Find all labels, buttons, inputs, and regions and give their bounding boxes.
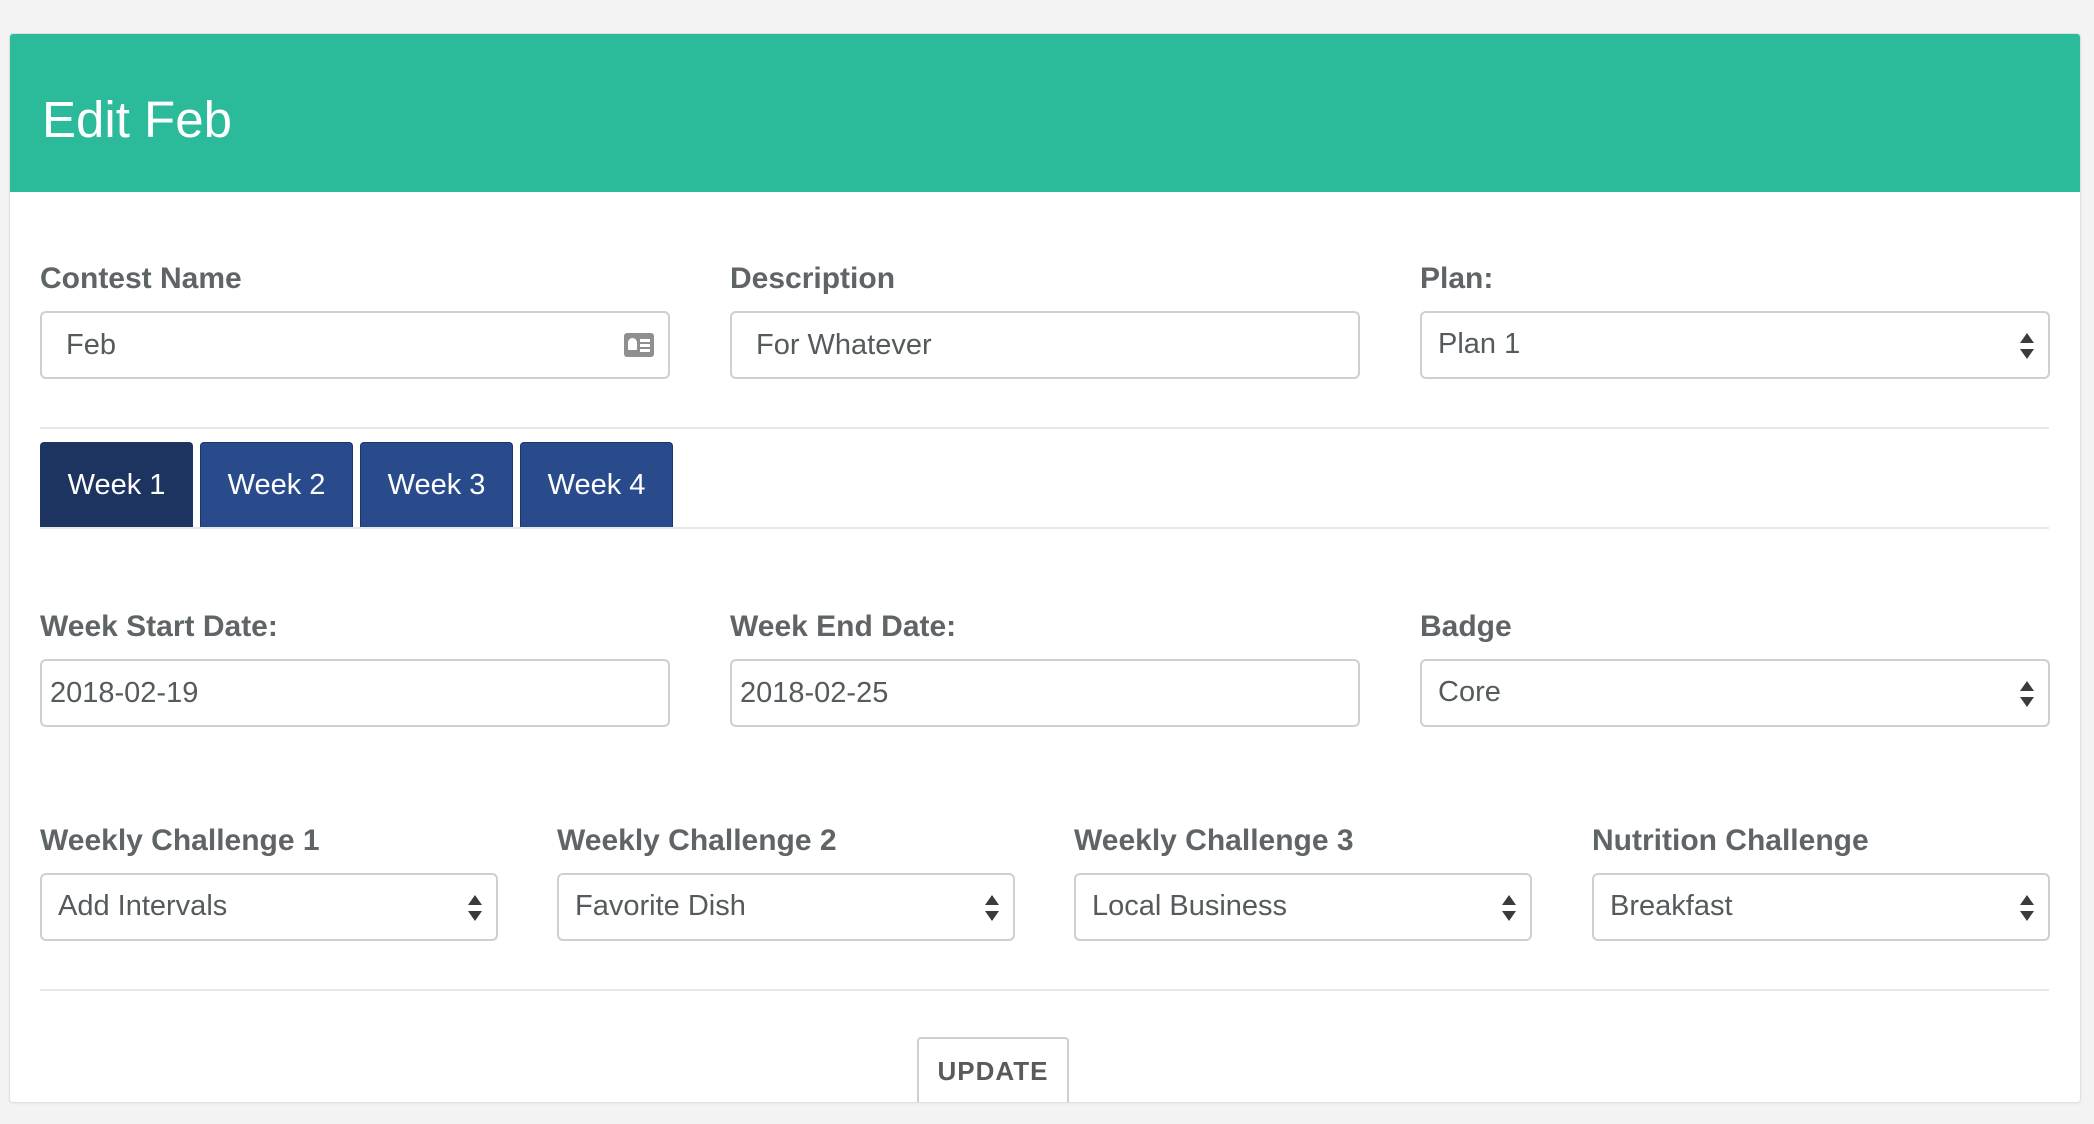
week-end-input[interactable]: [732, 661, 1358, 725]
footer-divider: [40, 989, 2049, 991]
week-start-input[interactable]: [42, 661, 668, 725]
select-arrows-icon: [468, 895, 482, 921]
weekly-challenge-2-select[interactable]: Favorite Dish: [557, 873, 1015, 941]
plan-selected-value: Plan 1: [1438, 328, 1521, 360]
week-end-field[interactable]: [730, 659, 1360, 727]
description-field[interactable]: [730, 311, 1360, 379]
nutrition-challenge-label: Nutrition Challenge: [1592, 824, 1869, 857]
tab-week-4[interactable]: Week 4: [520, 442, 673, 528]
update-button[interactable]: UPDATE: [917, 1037, 1069, 1102]
select-arrows-icon: [1502, 895, 1516, 921]
id-card-icon: [624, 333, 654, 357]
weekly-challenge-2-label: Weekly Challenge 2: [557, 824, 837, 857]
tabs-underline: [40, 527, 2049, 529]
description-label: Description: [730, 262, 896, 295]
weekly-challenge-3-label: Weekly Challenge 3: [1074, 824, 1354, 857]
tab-week-1[interactable]: Week 1: [40, 442, 193, 528]
tab-week-2[interactable]: Week 2: [200, 442, 353, 528]
weekly-challenge-2-value: Favorite Dish: [575, 890, 746, 922]
page-title: Edit Feb: [42, 91, 232, 148]
badge-selected-value: Core: [1438, 676, 1501, 708]
contest-name-input[interactable]: [42, 313, 668, 377]
weekly-challenge-1-select[interactable]: Add Intervals: [40, 873, 498, 941]
section-divider: [40, 427, 2049, 429]
badge-select[interactable]: Core: [1420, 659, 2050, 727]
tab-week-3[interactable]: Week 3: [360, 442, 513, 528]
plan-label: Plan:: [1420, 262, 1494, 295]
contest-name-field[interactable]: [40, 311, 670, 379]
weekly-challenge-3-value: Local Business: [1092, 890, 1288, 922]
weekly-challenge-1-label: Weekly Challenge 1: [40, 824, 320, 857]
select-arrows-icon: [2020, 895, 2034, 921]
contest-name-label: Contest Name: [40, 262, 242, 295]
card-header: Edit Feb: [10, 34, 2080, 192]
weekly-challenge-1-value: Add Intervals: [58, 890, 228, 922]
select-arrows-icon: [985, 895, 999, 921]
select-arrows-icon: [2020, 681, 2034, 707]
week-start-field[interactable]: [40, 659, 670, 727]
nutrition-challenge-value: Breakfast: [1610, 890, 1733, 922]
week-start-label: Week Start Date:: [40, 610, 278, 643]
badge-label: Badge: [1420, 610, 1512, 643]
select-arrows-icon: [2020, 333, 2034, 359]
weekly-challenge-3-select[interactable]: Local Business: [1074, 873, 1532, 941]
edit-contest-card: Edit Feb Contest Name Description Plan: …: [9, 33, 2081, 1103]
week-end-label: Week End Date:: [730, 610, 957, 643]
plan-select[interactable]: Plan 1: [1420, 311, 2050, 379]
nutrition-challenge-select[interactable]: Breakfast: [1592, 873, 2050, 941]
description-input[interactable]: [732, 313, 1358, 377]
